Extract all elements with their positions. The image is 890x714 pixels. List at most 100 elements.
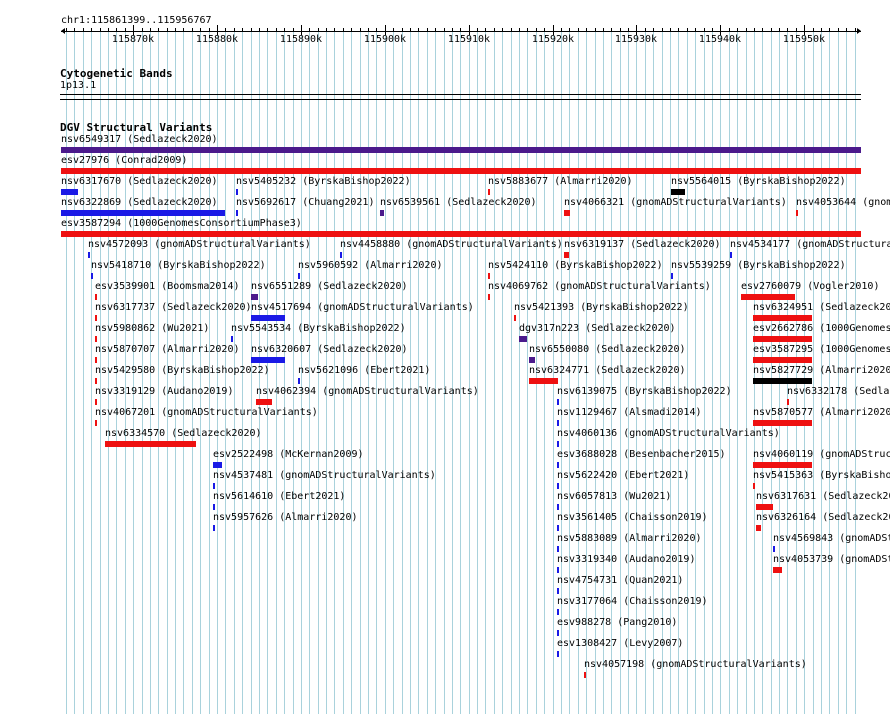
- variant-feature-bar[interactable]: [730, 252, 732, 258]
- variant-feature-label[interactable]: nsv6057813 (Wu2021): [557, 491, 671, 503]
- variant-feature-label[interactable]: nsv5614610 (Ebert2021): [213, 491, 345, 503]
- variant-feature-bar[interactable]: [251, 294, 258, 300]
- variant-feature-label[interactable]: nsv5539259 (ByrskaBishop2022): [671, 260, 846, 272]
- variant-feature-bar[interactable]: [557, 588, 559, 594]
- variant-feature-bar[interactable]: [61, 231, 861, 237]
- variant-feature-label[interactable]: nsv5424110 (ByrskaBishop2022): [488, 260, 663, 272]
- variant-feature-bar[interactable]: [564, 210, 570, 216]
- variant-feature-bar[interactable]: [213, 525, 215, 531]
- variant-feature-label[interactable]: nsv6317631 (Sedlazeck2020): [756, 491, 890, 503]
- variant-feature-bar[interactable]: [557, 399, 559, 405]
- variant-feature-label[interactable]: nsv6539561 (Sedlazeck2020): [380, 197, 537, 209]
- variant-feature-label[interactable]: nsv3319129 (Audano2019): [95, 386, 233, 398]
- variant-feature-bar[interactable]: [753, 315, 812, 321]
- variant-feature-label[interactable]: esv2662786 (1000GenomesConsortiumPilotPr…: [753, 323, 890, 335]
- variant-feature-label[interactable]: nsv5883677 (Almarri2020): [488, 176, 633, 188]
- variant-feature-label[interactable]: nsv3561405 (Chaisson2019): [557, 512, 708, 524]
- variant-feature-bar[interactable]: [340, 252, 342, 258]
- variant-feature-label[interactable]: nsv5980862 (Wu2021): [95, 323, 209, 335]
- variant-feature-bar[interactable]: [671, 273, 673, 279]
- variant-feature-bar[interactable]: [95, 420, 97, 426]
- variant-feature-label[interactable]: esv3688028 (Besenbacher2015): [557, 449, 726, 461]
- variant-feature-label[interactable]: nsv4517694 (gnomADStructuralVariants): [251, 302, 474, 314]
- variant-feature-label[interactable]: nsv6324951 (Sedlazeck2020): [753, 302, 890, 314]
- variant-feature-bar[interactable]: [753, 336, 812, 342]
- variant-feature-bar[interactable]: [61, 147, 861, 153]
- variant-feature-bar[interactable]: [557, 504, 559, 510]
- variant-feature-bar[interactable]: [671, 189, 685, 195]
- variant-feature-label[interactable]: nsv4458880 (gnomADStructuralVariants): [340, 239, 563, 251]
- variant-feature-label[interactable]: nsv5957626 (Almarri2020): [213, 512, 358, 524]
- variant-feature-label[interactable]: nsv4060119 (gnomADStructuralVariants): [753, 449, 890, 461]
- variant-feature-bar[interactable]: [557, 546, 559, 552]
- variant-feature-label[interactable]: nsv6319137 (Sedlazeck2020): [564, 239, 721, 251]
- variant-feature-label[interactable]: esv3587294 (1000GenomesConsortiumPhase3): [61, 218, 302, 230]
- variant-feature-label[interactable]: nsv4066321 (gnomADStructuralVariants): [564, 197, 787, 209]
- variant-feature-bar[interactable]: [773, 567, 782, 573]
- variant-feature-label[interactable]: nsv4569843 (gnomADStructuralVariants): [773, 533, 890, 545]
- variant-feature-label[interactable]: nsv1129467 (Alsmadi2014): [557, 407, 702, 419]
- variant-feature-bar[interactable]: [557, 420, 559, 426]
- variant-feature-label[interactable]: esv3587295 (1000GenomesConsortiumPhase3): [753, 344, 890, 356]
- variant-feature-bar[interactable]: [741, 294, 795, 300]
- variant-feature-label[interactable]: esv988278 (Pang2010): [557, 617, 677, 629]
- variant-feature-label[interactable]: nsv4053739 (gnomADStructuralVariants): [773, 554, 890, 566]
- variant-feature-label[interactable]: nsv4572093 (gnomADStructuralVariants): [88, 239, 311, 251]
- variant-feature-bar[interactable]: [753, 483, 755, 489]
- variant-feature-bar[interactable]: [231, 336, 233, 342]
- variant-feature-bar[interactable]: [105, 441, 196, 447]
- variant-feature-bar[interactable]: [787, 399, 789, 405]
- variant-feature-bar[interactable]: [95, 294, 97, 300]
- variant-feature-bar[interactable]: [298, 273, 300, 279]
- variant-feature-bar[interactable]: [236, 189, 238, 195]
- variant-feature-label[interactable]: nsv6317737 (Sedlazeck2020): [95, 302, 252, 314]
- variant-feature-label[interactable]: nsv6334570 (Sedlazeck2020): [105, 428, 262, 440]
- variant-feature-bar[interactable]: [91, 273, 93, 279]
- variant-feature-bar[interactable]: [488, 273, 490, 279]
- variant-feature-label[interactable]: nsv6322869 (Sedlazeck2020): [61, 197, 218, 209]
- variant-feature-bar[interactable]: [488, 189, 490, 195]
- variant-feature-label[interactable]: nsv5692617 (Chuang2021): [236, 197, 374, 209]
- variant-feature-label[interactable]: nsv4053644 (gnomADStructuralVariants): [796, 197, 890, 209]
- variant-feature-bar[interactable]: [213, 504, 215, 510]
- variant-feature-label[interactable]: nsv6326164 (Sedlazeck2020): [756, 512, 890, 524]
- variant-feature-label[interactable]: nsv5622420 (Ebert2021): [557, 470, 689, 482]
- variant-feature-label[interactable]: nsv4754731 (Quan2021): [557, 575, 683, 587]
- variant-feature-label[interactable]: nsv5405232 (ByrskaBishop2022): [236, 176, 411, 188]
- variant-feature-label[interactable]: nsv4067201 (gnomADStructuralVariants): [95, 407, 318, 419]
- variant-feature-bar[interactable]: [519, 336, 527, 342]
- variant-feature-label[interactable]: nsv5415363 (ByrskaBishop2022): [753, 470, 890, 482]
- variant-feature-label[interactable]: nsv4062394 (gnomADStructuralVariants): [256, 386, 479, 398]
- variant-feature-label[interactable]: nsv5421393 (ByrskaBishop2022): [514, 302, 689, 314]
- variant-feature-bar[interactable]: [529, 378, 558, 384]
- variant-feature-bar[interactable]: [564, 252, 569, 258]
- variant-feature-bar[interactable]: [95, 357, 97, 363]
- variant-feature-bar[interactable]: [756, 504, 773, 510]
- variant-feature-bar[interactable]: [753, 462, 812, 468]
- dgv-track-title[interactable]: DGV Structural Variants: [60, 121, 212, 134]
- variant-feature-bar[interactable]: [95, 315, 97, 321]
- variant-feature-bar[interactable]: [236, 210, 238, 216]
- variant-feature-bar[interactable]: [773, 546, 775, 552]
- variant-feature-label[interactable]: esv1308427 (Levy2007): [557, 638, 683, 650]
- variant-feature-label[interactable]: esv2760079 (Vogler2010): [741, 281, 879, 293]
- variant-feature-label[interactable]: nsv3319340 (Audano2019): [557, 554, 695, 566]
- variant-feature-label[interactable]: nsv4069762 (gnomADStructuralVariants): [488, 281, 711, 293]
- variant-feature-label[interactable]: nsv5418710 (ByrskaBishop2022): [91, 260, 266, 272]
- variant-feature-label[interactable]: nsv6551289 (Sedlazeck2020): [251, 281, 408, 293]
- variant-feature-label[interactable]: esv3539901 (Boomsma2014): [95, 281, 240, 293]
- variant-feature-label[interactable]: esv27976 (Conrad2009): [61, 155, 187, 167]
- variant-feature-label[interactable]: nsv6320607 (Sedlazeck2020): [251, 344, 408, 356]
- variant-feature-label[interactable]: nsv5870707 (Almarri2020): [95, 344, 240, 356]
- variant-feature-bar[interactable]: [796, 210, 798, 216]
- variant-feature-bar[interactable]: [95, 399, 97, 405]
- variant-feature-label[interactable]: nsv5543534 (ByrskaBishop2022): [231, 323, 406, 335]
- variant-feature-bar[interactable]: [298, 378, 300, 384]
- variant-feature-bar[interactable]: [95, 336, 97, 342]
- variant-feature-bar[interactable]: [256, 399, 272, 405]
- variant-feature-label[interactable]: nsv5429580 (ByrskaBishop2022): [95, 365, 270, 377]
- variant-feature-bar[interactable]: [61, 189, 78, 195]
- variant-feature-bar[interactable]: [557, 651, 559, 657]
- variant-feature-bar[interactable]: [529, 357, 535, 363]
- variant-feature-label[interactable]: nsv6549317 (Sedlazeck2020): [61, 134, 218, 146]
